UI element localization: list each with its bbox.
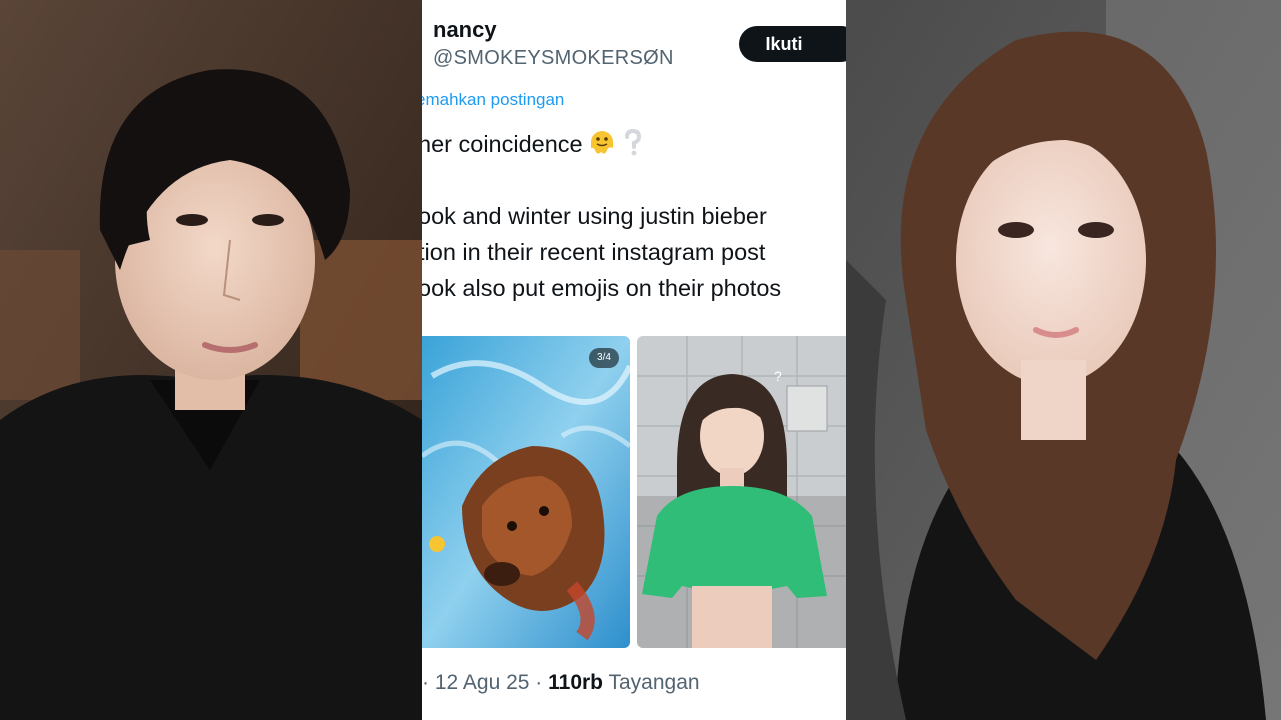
translate-post-link[interactable]: emahkan postingan [422,90,564,110]
question-mark-overlay: ? [774,368,782,384]
views-count: 110rb [548,671,604,694]
tweet-text: her coincidence ook and winter using jus… [422,126,846,306]
left-portrait-photo [0,0,422,720]
tweet-date[interactable]: 12 Agu 25 [435,671,530,694]
follow-button[interactable]: Ikuti [739,26,846,62]
dog-in-pool-photo[interactable]: 3/4 [422,336,630,648]
author-handle[interactable]: @SMOKEYSMOKERSØN [433,47,674,70]
right-portrait-photo [846,0,1281,720]
tweet-text-line: ook and winter using justin bieber [422,203,767,229]
melting-face-emoji [587,128,617,168]
girl-green-sweater-photo[interactable]: ? [637,336,846,648]
tweet-card: nancy @SMOKEYSMOKERSØN Ikuti emahkan pos… [422,0,846,720]
tweet-text-line: ook also put emojis on their photos [422,275,782,301]
white-question-mark-emoji [621,128,645,168]
tweet-text-line: her coincidence [422,126,846,162]
tweet-media-grid: 3/4 ? [422,336,846,648]
author-name[interactable]: nancy [433,17,497,43]
meta-separator: · [422,671,429,694]
photo-counter-badge: 3/4 [589,348,619,368]
tweet-meta: · 12 Agu 25 · 110rb Tayangan [422,671,700,695]
meta-separator: · [535,671,543,694]
views-label: Tayangan [608,671,700,694]
tweet-text-line: tion in their recent instagram post [422,239,766,265]
